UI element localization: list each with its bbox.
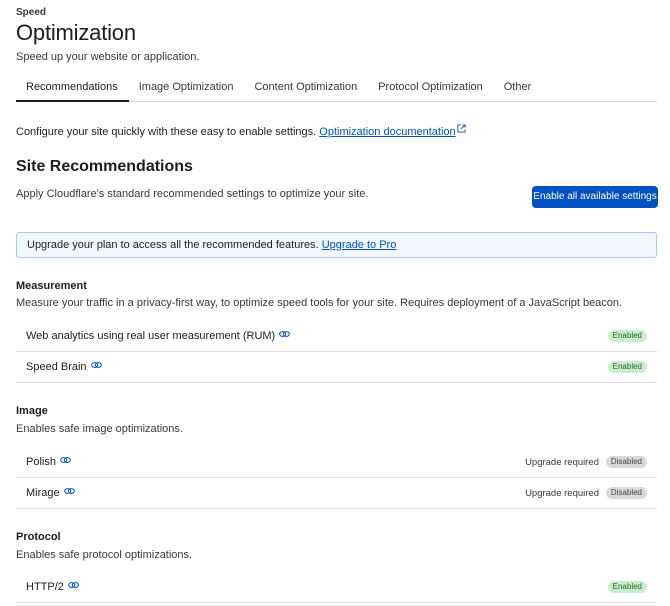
intro-line: Configure your site quickly with these e… — [16, 124, 466, 138]
status-badge: Disabled — [605, 456, 647, 468]
intro-text: Configure your site quickly with these e… — [16, 126, 317, 138]
page-subtitle: Speed up your website or application. — [16, 51, 200, 63]
link-icon[interactable] — [90, 361, 102, 369]
measurement-group-title: Measurement — [16, 280, 87, 292]
setting-row-speed-brain: Speed Brain Enabled — [16, 352, 657, 383]
status-badge: Enabled — [607, 361, 647, 373]
tab-content-optimization[interactable]: Content Optimization — [244, 74, 368, 102]
setting-row-rum: Web analytics using real user measuremen… — [16, 321, 657, 352]
section-eyebrow: Speed — [16, 7, 47, 18]
tab-protocol-optimization[interactable]: Protocol Optimization — [368, 74, 494, 102]
site-recommendations-description: Apply Cloudflare's standard recommended … — [16, 188, 369, 200]
measurement-group-description: Measure your traffic in a privacy-first … — [16, 297, 623, 309]
upgrade-required-text: Upgrade required — [525, 488, 599, 499]
site-recommendations-title: Site Recommendations — [16, 158, 193, 175]
setting-row-http2: HTTP/2 Enabled — [16, 572, 657, 603]
link-icon[interactable] — [63, 487, 75, 495]
upgrade-required-text: Upgrade required — [525, 457, 599, 468]
status-badge: Enabled — [607, 330, 647, 342]
image-group-title: Image — [16, 405, 48, 417]
protocol-group-title: Protocol — [16, 531, 61, 543]
protocol-group-description: Enables safe protocol optimizations. — [16, 549, 193, 561]
image-group-description: Enables safe image optimizations. — [16, 423, 183, 435]
tab-recommendations[interactable]: Recommendations — [16, 74, 129, 102]
link-icon[interactable] — [60, 456, 71, 464]
status-badge: Enabled — [607, 581, 647, 593]
optimization-docs-link[interactable]: Optimization documentation — [319, 126, 455, 138]
setting-label: Web analytics using real user measuremen… — [26, 330, 291, 342]
link-icon[interactable] — [68, 581, 79, 589]
optimization-page: Speed Optimization Speed up your website… — [0, 0, 670, 606]
upgrade-banner: Upgrade your plan to access all the reco… — [16, 232, 657, 258]
setting-label: Mirage — [26, 487, 75, 499]
setting-label: HTTP/2 — [26, 581, 79, 593]
tab-bar: Recommendations Image Optimization Conte… — [16, 74, 657, 102]
status-badge: Disabled — [605, 487, 647, 499]
upgrade-to-pro-link[interactable]: Upgrade to Pro — [322, 239, 397, 251]
tab-image-optimization[interactable]: Image Optimization — [129, 74, 245, 102]
link-icon[interactable] — [279, 330, 291, 338]
enable-all-settings-button[interactable]: Enable all available settings — [532, 186, 658, 208]
page-title: Optimization — [16, 20, 136, 45]
setting-label: Polish — [26, 456, 71, 468]
setting-row-polish: Polish Upgrade required Disabled — [16, 447, 657, 478]
banner-text: Upgrade your plan to access all the reco… — [27, 239, 319, 251]
setting-row-mirage: Mirage Upgrade required Disabled — [16, 478, 657, 509]
setting-label: Speed Brain — [26, 361, 102, 373]
tab-other[interactable]: Other — [494, 74, 543, 102]
external-link-icon[interactable] — [457, 124, 466, 133]
